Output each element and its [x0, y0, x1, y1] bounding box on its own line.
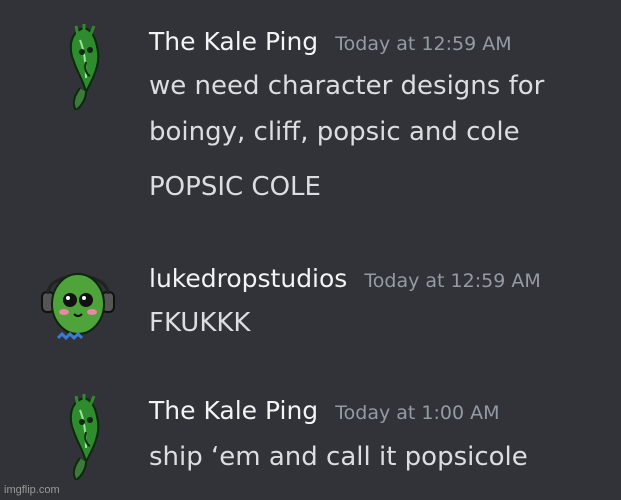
message-text: boingy, cliff, popsic and cole [149, 117, 520, 147]
message-header: The Kale Ping Today at 12:59 AM [149, 27, 512, 56]
message-timestamp[interactable]: Today at 12:59 AM [335, 33, 511, 55]
message-timestamp[interactable]: Today at 12:59 AM [364, 270, 540, 292]
author-name[interactable]: lukedropstudios [149, 264, 347, 293]
author-name[interactable]: The Kale Ping [149, 27, 318, 56]
kale-leaf-avatar-icon[interactable] [40, 22, 120, 110]
author-name[interactable]: The Kale Ping [149, 396, 318, 425]
message-text: we need character designs for [149, 71, 545, 101]
message-header: lukedropstudios Today at 12:59 AM [149, 264, 541, 293]
kale-leaf-avatar-icon[interactable] [40, 392, 120, 480]
message-header: The Kale Ping Today at 1:00 AM [149, 396, 500, 425]
message-timestamp[interactable]: Today at 1:00 AM [335, 402, 499, 424]
chat-message-list: The Kale Ping Today at 12:59 AM we need … [0, 0, 621, 500]
green-bean-headphones-avatar-icon[interactable] [40, 262, 120, 350]
message-text: ship ‘em and call it popsicole [149, 442, 528, 472]
message-text: FKUKKK [149, 308, 251, 338]
imgflip-watermark: imgflip.com [4, 484, 60, 496]
message-text: POPSIC COLE [149, 172, 321, 202]
